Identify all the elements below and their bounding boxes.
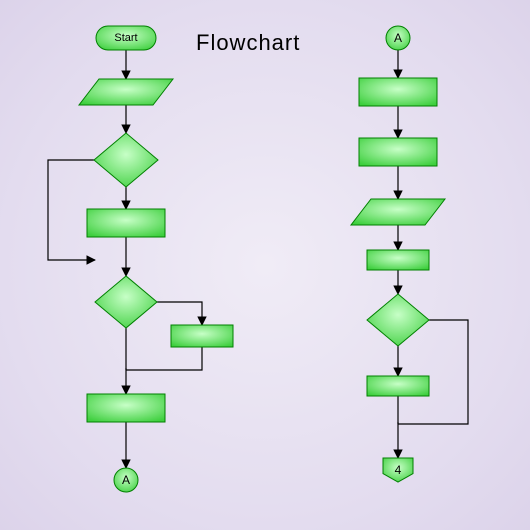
- node-p1_conn_a: A: [114, 468, 138, 492]
- process-shape: [367, 376, 429, 396]
- flow-edge: [157, 302, 202, 325]
- node-p1_side: [171, 325, 233, 347]
- node-p2_io: [351, 199, 445, 225]
- node-p2_proc3: [367, 250, 429, 270]
- process-shape: [87, 209, 165, 237]
- decision-shape: [95, 276, 157, 328]
- node-p2_conn_a: A: [386, 26, 410, 50]
- nodes-layer: Start A A 4: [79, 26, 445, 492]
- node-label: 4: [395, 463, 402, 477]
- io-shape: [79, 79, 173, 105]
- node-p1_io: [79, 79, 173, 105]
- process-shape: [367, 250, 429, 270]
- flow-edge: [126, 347, 202, 370]
- process-shape: [87, 394, 165, 422]
- node-label: A: [394, 31, 402, 45]
- node-p1_dec2: [95, 276, 157, 328]
- node-p2_proc2: [359, 138, 437, 166]
- decision-shape: [94, 133, 158, 187]
- node-p1_proc1: [87, 209, 165, 237]
- node-p2_proc1: [359, 78, 437, 106]
- node-p2_proc4: [367, 376, 429, 396]
- node-p2_dec: [367, 294, 429, 346]
- node-start: Start: [96, 26, 156, 50]
- node-label: A: [122, 473, 130, 487]
- node-p1_dec1: [94, 133, 158, 187]
- process-shape: [359, 78, 437, 106]
- decision-shape: [367, 294, 429, 346]
- process-shape: [359, 138, 437, 166]
- node-p1_proc2: [87, 394, 165, 422]
- process-shape: [171, 325, 233, 347]
- io-shape: [351, 199, 445, 225]
- node-p2_off: 4: [383, 458, 413, 482]
- diagram-title: Flowchart: [196, 30, 300, 56]
- node-label: Start: [114, 32, 137, 44]
- flowchart-canvas: Start A A 4: [0, 0, 530, 530]
